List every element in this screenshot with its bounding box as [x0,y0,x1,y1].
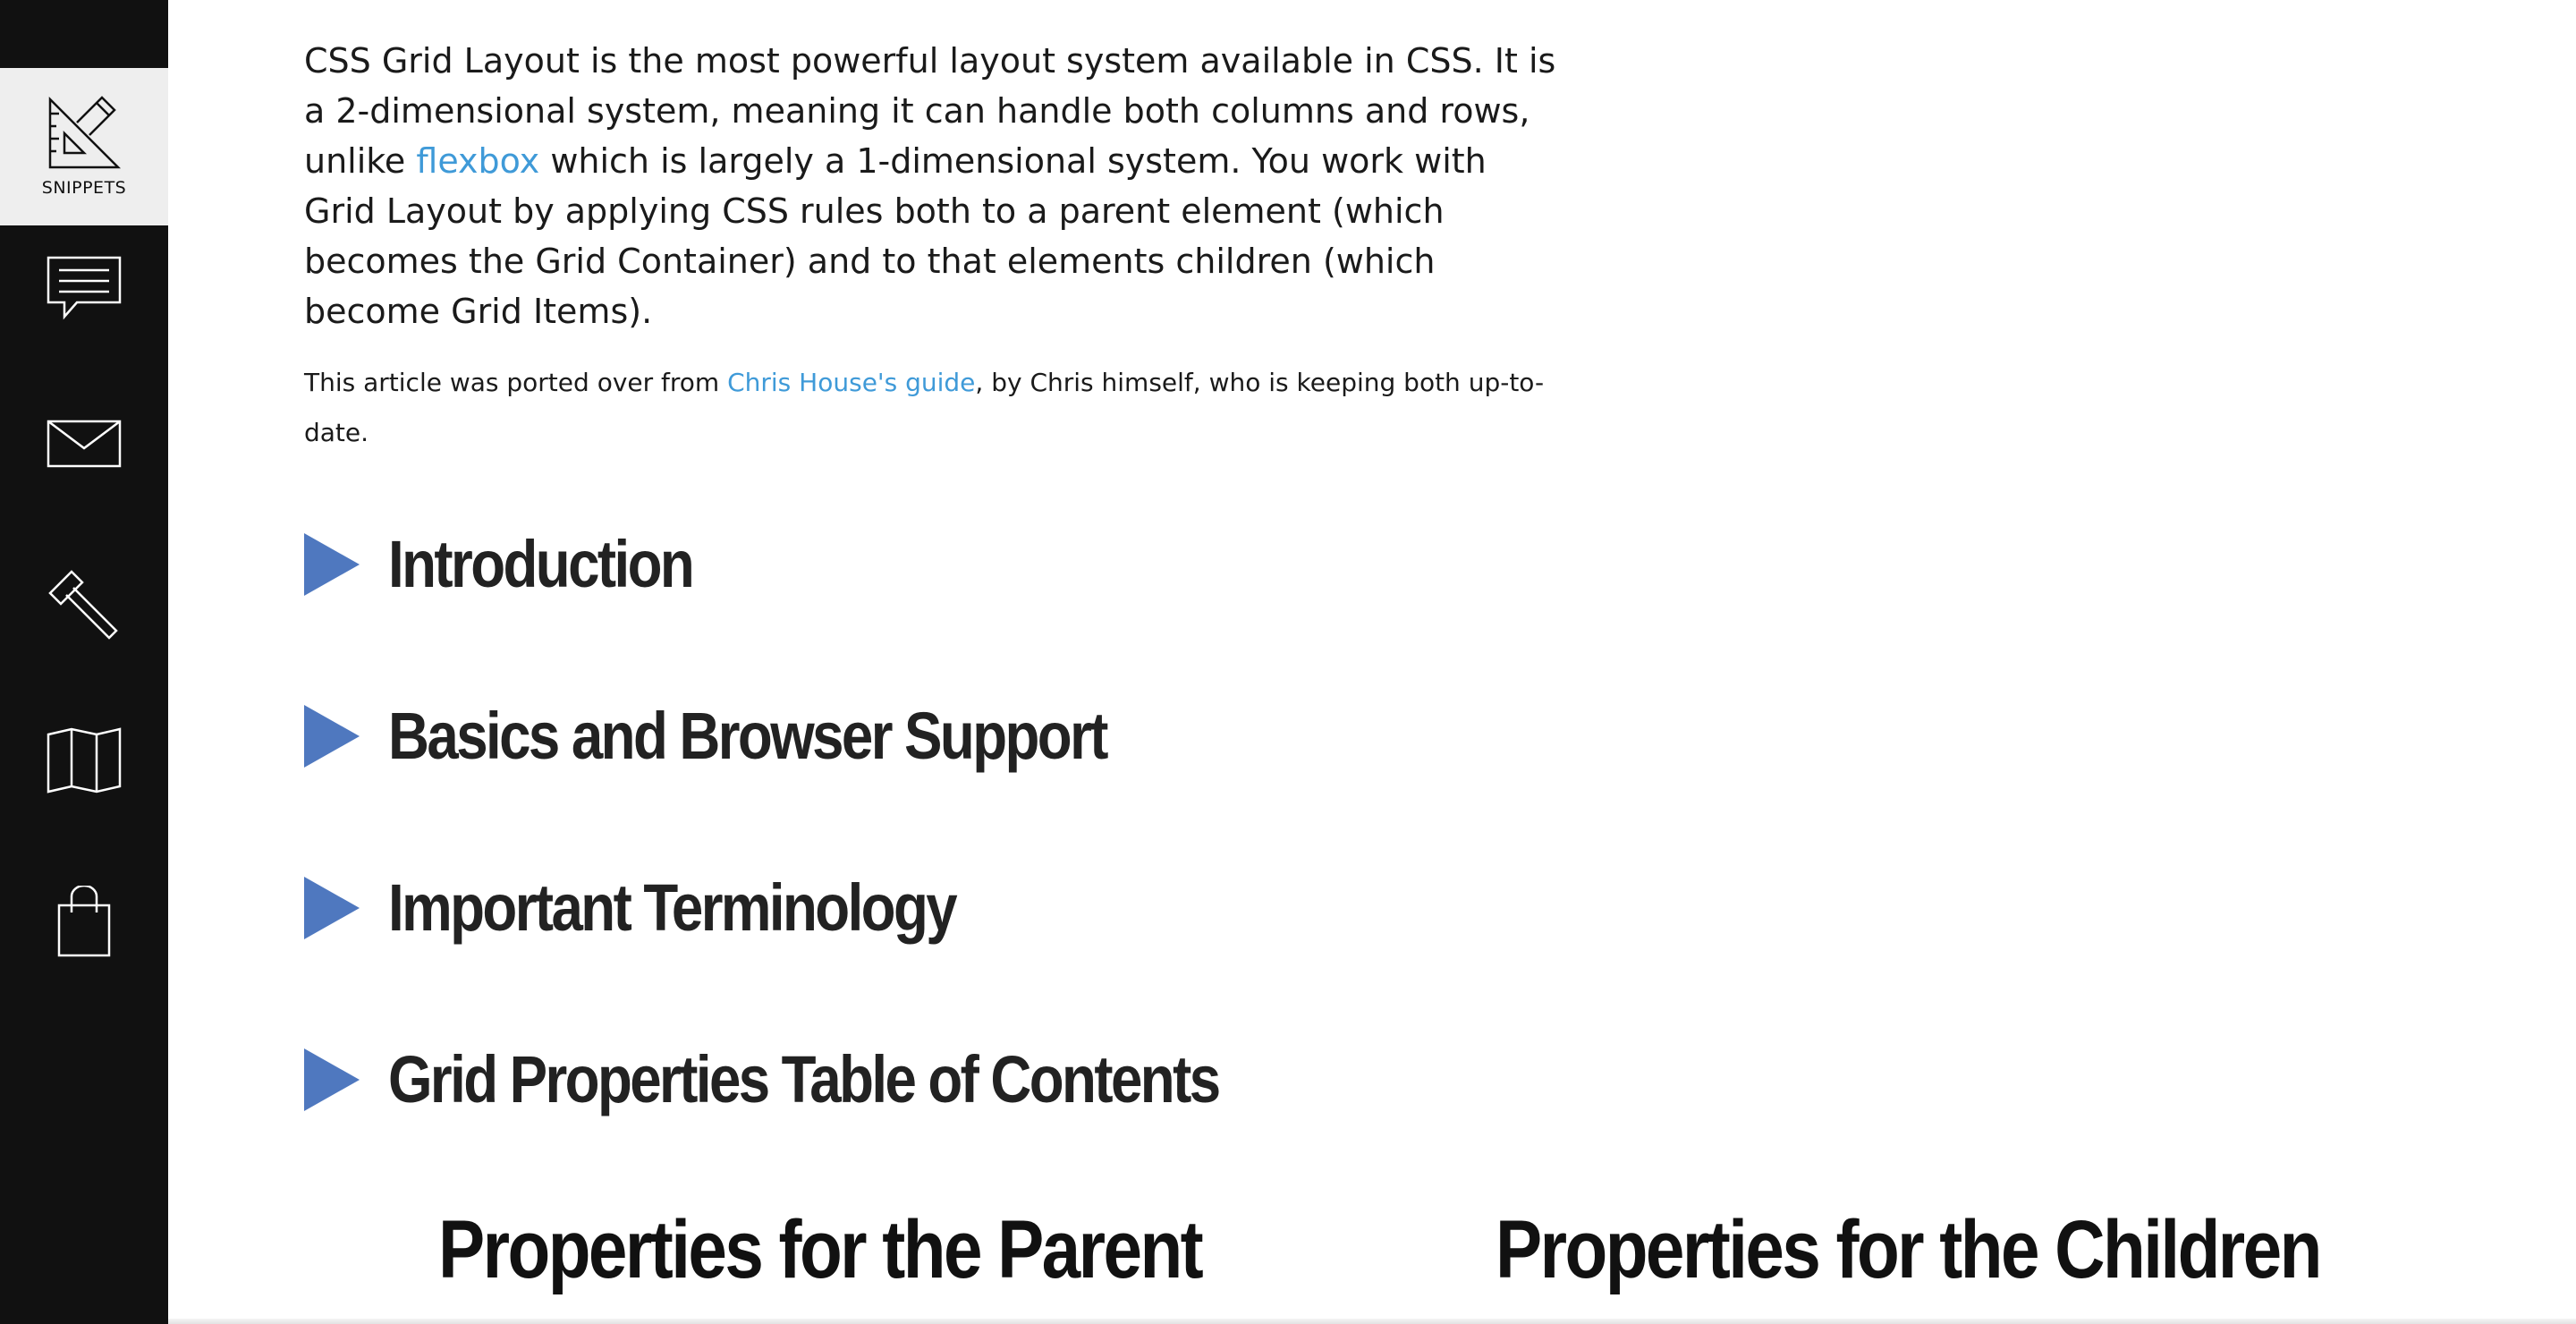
hammer-icon [47,566,122,641]
ported-note: This article was ported over from Chris … [304,358,1556,458]
map-icon [47,727,122,794]
expand-triangle-icon [304,704,360,768]
shopping-bag-icon [55,886,113,957]
section-toggle-introduction[interactable]: Introduction [304,526,742,602]
article-body: CSS Grid Layout is the most powerful lay… [304,36,1556,458]
ruler-pencil-icon [47,96,122,171]
page-bottom-divider [168,1319,2576,1324]
expand-triangle-icon [304,1048,360,1111]
note-text-1: This article was ported over from [304,368,728,397]
nav-item-comments[interactable] [0,243,168,333]
nav-item-snippets[interactable]: SNIPPETS [0,68,168,225]
nav-item-map[interactable] [0,716,168,805]
expand-triangle-icon [304,876,360,939]
nav-item-contact[interactable] [0,399,168,488]
intro-paragraph: CSS Grid Layout is the most powerful lay… [304,36,1556,336]
section-toggle-basics[interactable]: Basics and Browser Support [304,698,1224,774]
envelope-icon [47,420,122,468]
chris-house-guide-link[interactable]: Chris House's guide [727,368,975,397]
speech-bubble-icon [47,256,122,320]
children-properties-heading: Properties for the Children [1496,1204,2322,1295]
section-title: Grid Properties Table of Contents [388,1042,1221,1116]
section-toggle-grid-properties[interactable]: Grid Properties Table of Contents [304,1041,1354,1117]
sidebar: SNIPPETS [0,0,168,1324]
flexbox-link[interactable]: flexbox [416,141,539,181]
nav-item-store[interactable] [0,877,168,966]
nav-label-snippets: SNIPPETS [41,178,127,198]
nav-item-tools[interactable] [0,555,168,653]
section-title: Introduction [388,527,695,601]
section-toggle-terminology[interactable]: Important Terminology [304,870,1047,946]
section-title: Basics and Browser Support [388,699,1108,773]
expand-triangle-icon [304,532,360,596]
section-title: Important Terminology [388,870,958,945]
parent-properties-heading: Properties for the Parent [438,1204,1204,1295]
